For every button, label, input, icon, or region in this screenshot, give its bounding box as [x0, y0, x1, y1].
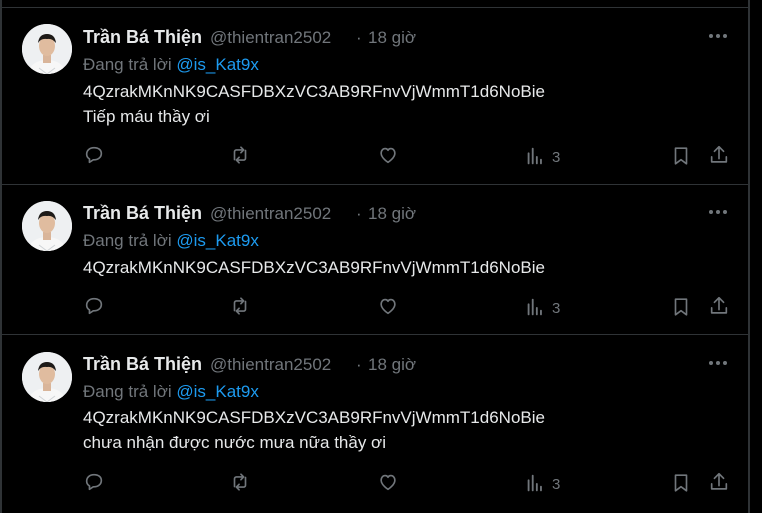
tweet-text-line: 4QzrakMKnNK9CASFDBXzVC3AB9RFnvVjWmmT1d6N…	[83, 408, 545, 427]
avatar[interactable]	[22, 201, 72, 251]
bookmark-icon[interactable]	[670, 296, 692, 318]
share-icon[interactable]	[708, 144, 730, 166]
retweet-icon[interactable]	[229, 144, 251, 166]
tweet-text-line: 4QzrakMKnNK9CASFDBXzVC3AB9RFnvVjWmmT1d6N…	[83, 82, 545, 101]
heart-icon[interactable]	[377, 144, 399, 166]
bookmark-icon[interactable]	[670, 472, 692, 494]
reply-context: Đang trả lời @is_Kat9x	[83, 55, 259, 75]
top-divider	[2, 7, 748, 8]
tweet-text-line: 4QzrakMKnNK9CASFDBXzVC3AB9RFnvVjWmmT1d6N…	[83, 258, 545, 277]
reply-context: Đang trả lời @is_Kat9x	[83, 382, 259, 402]
bar-chart-icon[interactable]	[524, 296, 546, 318]
retweet-icon[interactable]	[229, 471, 251, 493]
author-name[interactable]: Trần Bá Thiện	[83, 27, 202, 48]
bar-chart-icon[interactable]	[524, 145, 546, 167]
heart-icon[interactable]	[377, 471, 399, 493]
more-horizontal-icon[interactable]	[707, 204, 729, 220]
retweet-icon[interactable]	[229, 295, 251, 317]
tweet-text-line: chưa nhận được nước mưa nữa thầy ơi	[83, 433, 386, 452]
author-handle[interactable]: @thientran2502	[210, 355, 331, 375]
separator-dot: ·	[356, 28, 362, 47]
tweet[interactable]: Trần Bá Thiện @thientran2502 · 18 giờ Đa…	[2, 185, 748, 335]
more-horizontal-icon[interactable]	[707, 28, 729, 44]
reply-icon[interactable]	[83, 144, 105, 166]
reply-mention-link[interactable]: @is_Kat9x	[176, 231, 258, 250]
reply-mention-link[interactable]: @is_Kat9x	[176, 382, 258, 401]
reply-icon[interactable]	[83, 295, 105, 317]
author-handle[interactable]: @thientran2502	[210, 204, 331, 224]
share-icon[interactable]	[708, 295, 730, 317]
view-count: 3	[552, 300, 561, 317]
separator-dot: ·	[356, 355, 362, 374]
reply-prefix: Đang trả lời	[83, 382, 172, 401]
more-horizontal-icon[interactable]	[707, 355, 729, 371]
reply-context: Đang trả lời @is_Kat9x	[83, 231, 259, 251]
reply-prefix: Đang trả lời	[83, 55, 172, 74]
timeline-right-border	[748, 0, 750, 513]
reply-prefix: Đang trả lời	[83, 231, 172, 250]
tweet[interactable]: Trần Bá Thiện @thientran2502 · 18 giờ Đa…	[2, 335, 748, 513]
author-handle[interactable]: @thientran2502	[210, 28, 331, 48]
reply-mention-link[interactable]: @is_Kat9x	[176, 55, 258, 74]
avatar[interactable]	[22, 352, 72, 402]
bookmark-icon[interactable]	[670, 145, 692, 167]
post-time[interactable]: 18 giờ	[368, 28, 416, 48]
heart-icon[interactable]	[377, 295, 399, 317]
bar-chart-icon[interactable]	[524, 472, 546, 494]
avatar[interactable]	[22, 24, 72, 74]
separator-dot: ·	[356, 204, 362, 223]
share-icon[interactable]	[708, 471, 730, 493]
view-count: 3	[552, 149, 561, 166]
author-name[interactable]: Trần Bá Thiện	[83, 354, 202, 375]
reply-icon[interactable]	[83, 471, 105, 493]
author-name[interactable]: Trần Bá Thiện	[83, 203, 202, 224]
view-count: 3	[552, 476, 561, 493]
post-time[interactable]: 18 giờ	[368, 204, 416, 224]
tweet[interactable]: Trần Bá Thiện @thientran2502 · 18 giờ Đa…	[2, 0, 748, 185]
tweet-text-line: Tiếp máu thầy ơi	[83, 107, 210, 126]
post-time[interactable]: 18 giờ	[368, 355, 416, 375]
